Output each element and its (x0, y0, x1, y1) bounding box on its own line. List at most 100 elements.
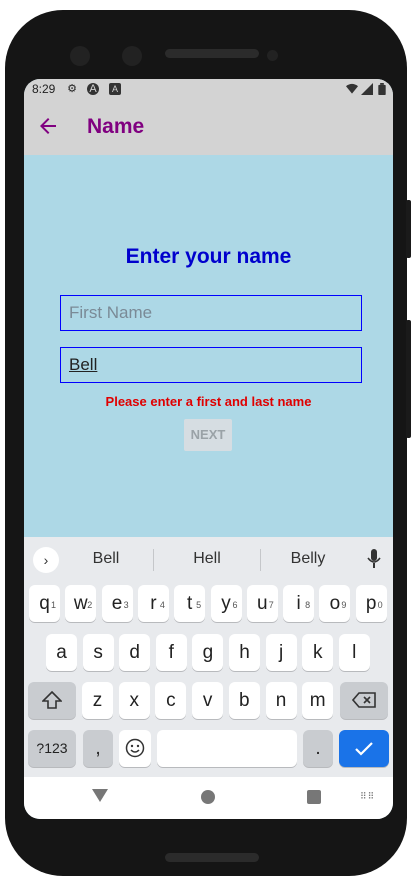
key-p[interactable]: p0 (355, 585, 387, 622)
first-name-input[interactable] (60, 295, 362, 331)
key-label: x (129, 690, 139, 711)
key-hint: 5 (196, 600, 202, 610)
emoji-key[interactable] (119, 730, 151, 767)
key-hint: 9 (341, 600, 347, 610)
key-hint: 8 (305, 600, 311, 610)
key-s[interactable]: s (82, 634, 114, 671)
suggestion-2[interactable]: Hell (157, 550, 257, 568)
key-label: r (150, 593, 157, 614)
key-label: t (187, 593, 193, 614)
volume-button (406, 320, 411, 438)
key-hint: 1 (50, 600, 56, 610)
key-e[interactable]: e3 (101, 585, 133, 622)
bottom-speaker (165, 853, 259, 862)
key-b[interactable]: b (228, 682, 260, 719)
key-label: u (257, 593, 268, 614)
key-v[interactable]: v (192, 682, 224, 719)
nav-home-icon[interactable] (201, 790, 215, 804)
key-j[interactable]: j (265, 634, 297, 671)
period-key[interactable]: . (303, 730, 333, 767)
key-label: n (275, 690, 287, 711)
key-m[interactable]: m (302, 682, 334, 719)
key-label: o (329, 593, 341, 614)
key-label: q (39, 593, 50, 614)
key-hint: 4 (159, 600, 165, 610)
error-message: Please enter a first and last name (105, 394, 312, 409)
key-i[interactable]: i8 (283, 585, 315, 622)
suggestion-divider (153, 549, 154, 571)
sensor-icon (122, 46, 142, 66)
battery-icon (378, 83, 386, 95)
key-label: j (278, 642, 284, 663)
backspace-key[interactable] (340, 682, 388, 719)
key-f[interactable]: f (155, 634, 187, 671)
key-label: y (221, 593, 231, 614)
key-g[interactable]: g (192, 634, 224, 671)
key-t[interactable]: t5 (174, 585, 206, 622)
power-button (406, 200, 411, 258)
microphone-icon[interactable] (367, 549, 381, 569)
key-label: z (92, 690, 103, 711)
key-o[interactable]: o9 (319, 585, 351, 622)
key-label: k (312, 642, 323, 663)
earpiece-speaker (165, 49, 259, 58)
key-hint: 3 (123, 600, 129, 610)
a-circle-icon: A (87, 83, 99, 95)
symbols-key[interactable]: ?123 (28, 730, 76, 767)
key-n[interactable]: n (265, 682, 297, 719)
nav-recents-icon[interactable] (307, 790, 321, 804)
next-button[interactable]: NEXT (184, 419, 232, 451)
signal-icon (361, 83, 373, 95)
key-z[interactable]: z (82, 682, 113, 719)
space-key[interactable] (157, 730, 297, 767)
key-y[interactable]: y6 (210, 585, 242, 622)
key-label: w (73, 593, 88, 614)
key-label: v (202, 690, 213, 711)
key-label: b (239, 690, 250, 711)
key-l[interactable]: l (338, 634, 370, 671)
shift-key[interactable] (28, 682, 76, 719)
status-time: 8:29 (32, 82, 56, 96)
front-camera-icon (70, 46, 90, 66)
key-hint: 6 (232, 600, 238, 610)
backspace-icon (351, 692, 376, 708)
suggestion-1[interactable]: Bell (56, 550, 156, 568)
key-r[interactable]: r4 (137, 585, 169, 622)
key-q[interactable]: q1 (29, 585, 60, 622)
proximity-sensor-icon (267, 50, 278, 61)
nav-back-icon[interactable] (92, 789, 108, 802)
enter-key[interactable] (339, 730, 389, 767)
key-label: i (296, 593, 301, 614)
key-label: g (202, 642, 214, 663)
shift-icon (41, 690, 63, 709)
page-title: Name (87, 115, 145, 138)
key-label: m (309, 690, 326, 711)
arrow-left-icon[interactable] (36, 114, 60, 138)
status-bar: 8:29 ⚙ A A (24, 79, 393, 101)
key-c[interactable]: c (155, 682, 187, 719)
key-label: s (93, 642, 103, 663)
form-heading: Enter your name (125, 245, 292, 268)
key-label: a (56, 642, 67, 663)
key-label: e (111, 593, 123, 614)
key-label: h (239, 642, 250, 663)
key-u[interactable]: u7 (246, 585, 278, 622)
key-label: p (365, 593, 377, 614)
key-k[interactable]: k (302, 634, 334, 671)
key-d[interactable]: d (119, 634, 151, 671)
key-w[interactable]: w2 (65, 585, 97, 622)
key-label: l (352, 642, 357, 663)
keyboard-switch-icon[interactable]: ⠿⠿ (360, 791, 375, 802)
key-h[interactable]: h (229, 634, 260, 671)
comma-key[interactable]: , (83, 730, 113, 767)
suggestion-3[interactable]: Belly (258, 550, 358, 568)
key-a[interactable]: a (46, 634, 77, 671)
keyboard: › Bell Hell Belly q1w2e3r4t5y6u7i8o9p0 a… (24, 537, 393, 777)
key-x[interactable]: x (118, 682, 150, 719)
last-name-input[interactable] (60, 347, 362, 383)
suggestion-strip: › Bell Hell Belly (24, 537, 393, 581)
key-hint: 0 (377, 600, 383, 610)
key-hint: 7 (268, 600, 274, 610)
a-square-icon: A (109, 83, 121, 95)
key-label: f (168, 642, 174, 663)
